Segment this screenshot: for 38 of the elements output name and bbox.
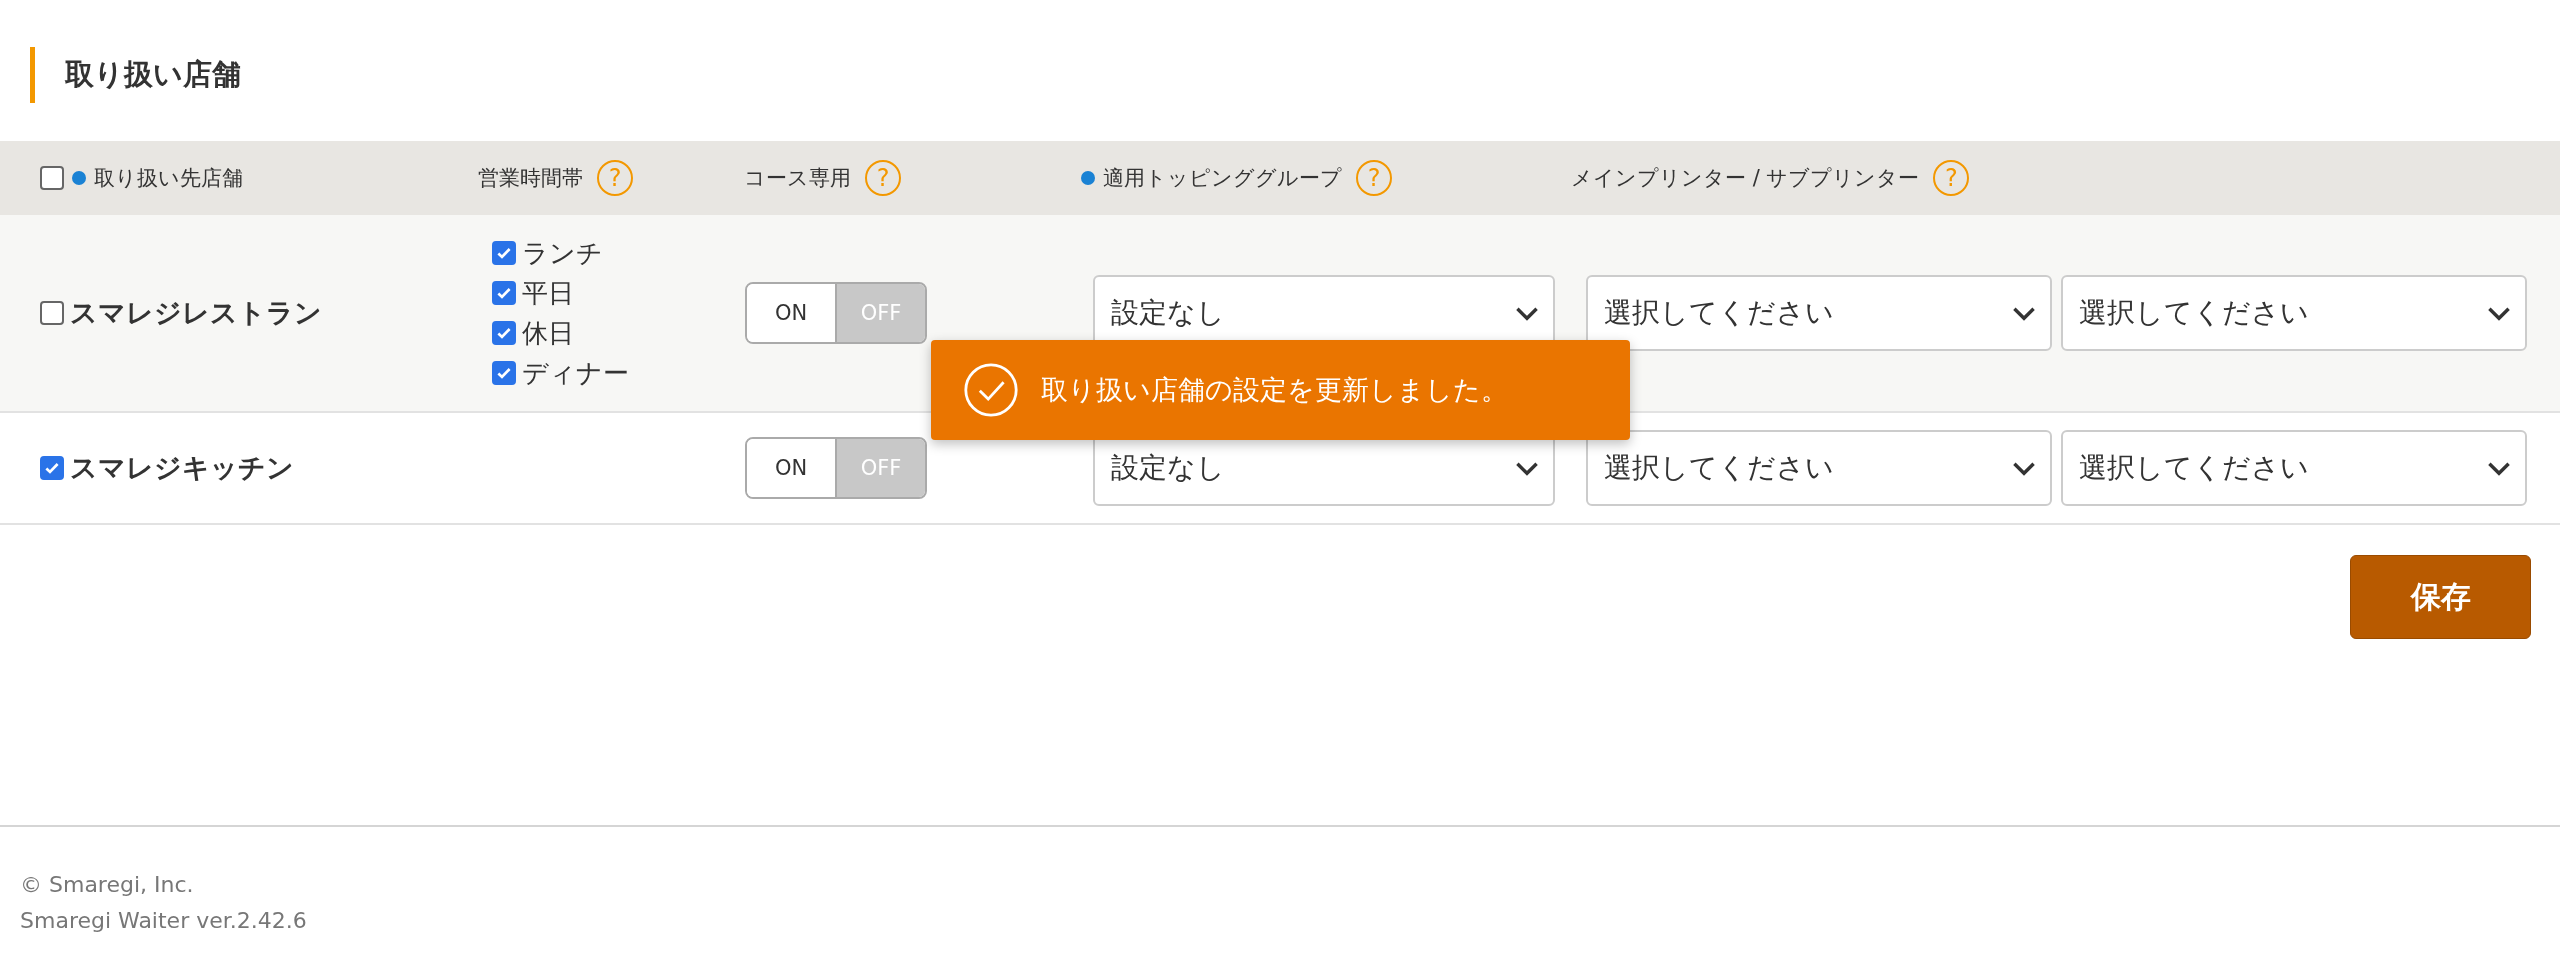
chevron-down-icon	[1515, 305, 1539, 321]
column-header: 営業時間帯	[478, 165, 583, 192]
select-all-checkbox[interactable]	[40, 166, 64, 190]
toast-message: 取り扱い店舗の設定を更新しました。	[1041, 373, 1508, 407]
footer-text: © Smaregi, Inc.	[20, 871, 195, 899]
required-dot	[1081, 171, 1095, 185]
checkbox-label: 休日	[522, 317, 574, 350]
dropdown[interactable]: 選択してください	[2061, 275, 2527, 351]
dropdown[interactable]: 選択してください	[2061, 430, 2527, 506]
check-circle-icon	[963, 362, 1019, 418]
checkbox-label: 平日	[522, 277, 574, 310]
column-header: 適用トッピンググループ	[1103, 165, 1342, 192]
chevron-down-icon	[1515, 460, 1539, 476]
checkbox[interactable]	[492, 321, 516, 345]
on-option[interactable]: ON	[747, 284, 835, 342]
store-name: スマレジレストラン	[70, 296, 322, 330]
title-accent-bar	[30, 46, 35, 103]
chevron-down-icon	[2012, 305, 2036, 321]
column-header: コース専用	[744, 165, 851, 192]
checkbox[interactable]	[40, 456, 64, 480]
checkbox[interactable]	[40, 301, 64, 325]
chevron-down-icon	[2012, 460, 2036, 476]
column-header: メインプリンター / サブプリンター	[1571, 165, 1920, 192]
store-name: スマレジキッチン	[70, 451, 294, 485]
checkbox-label: ランチ	[522, 237, 603, 270]
dropdown[interactable]: 選択してください	[1586, 275, 2052, 351]
checkbox[interactable]	[492, 241, 516, 265]
save-button[interactable]: 保存	[2350, 555, 2531, 639]
checkbox-label: ディナー	[522, 357, 629, 390]
footer-text: Smaregi Waiter ver.2.42.6	[20, 907, 308, 935]
chevron-down-icon	[2487, 305, 2511, 321]
required-dot	[72, 171, 86, 185]
checkbox[interactable]	[492, 361, 516, 385]
column-header: 取り扱い先店舗	[94, 165, 243, 192]
section-title: 取り扱い店舗	[65, 55, 241, 93]
checkbox[interactable]	[492, 281, 516, 305]
dropdown[interactable]: 選択してください	[1586, 430, 2052, 506]
chevron-down-icon	[2487, 460, 2511, 476]
